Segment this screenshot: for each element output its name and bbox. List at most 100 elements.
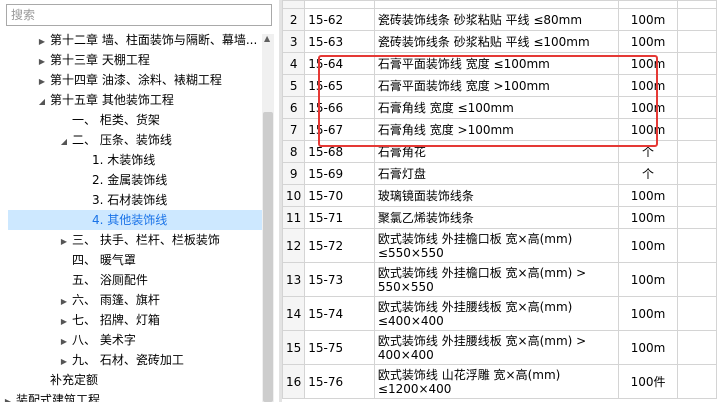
- table-row[interactable]: 5 15-65 石膏平面装饰线 宽度 >100mm 100m: [282, 74, 717, 97]
- tree-item[interactable]: 1. 木装饰线: [0, 150, 262, 170]
- quota-table: 2 15-62 瓷砖装饰线条 砂浆粘贴 平线 ≤80mm 100m 3 15-63 瓷砖装饰…: [282, 0, 717, 399]
- quota-code: 15-74: [304, 296, 375, 331]
- tree-item-label: 第十五章 其他装饰工程: [50, 93, 174, 107]
- row-number: 9: [282, 162, 306, 185]
- tree-item[interactable]: 一、 柜类、货架: [0, 110, 262, 130]
- extra-cell: [677, 74, 717, 97]
- quota-unit: 100m: [617, 330, 679, 365]
- scrollbar-thumb[interactable]: [263, 112, 273, 402]
- tree-item[interactable]: 补充定额: [0, 370, 262, 390]
- tree-item[interactable]: ▶ 八、 美术字: [0, 330, 262, 350]
- table-row[interactable]: 3 15-63 瓷砖装饰线条 砂浆粘贴 平线 ≤100mm 100m: [282, 30, 717, 53]
- row-number: 8: [282, 140, 306, 163]
- tree-item-label: 九、 石材、瓷砖加工: [72, 353, 184, 367]
- tree-item-label: 第十二章 墙、柱面装饰与隔断、幕墙...: [50, 33, 258, 47]
- tree-item[interactable]: ▶ 九、 石材、瓷砖加工: [0, 350, 262, 370]
- tree-item[interactable]: 2. 金属装饰线: [0, 170, 262, 190]
- tree-item[interactable]: ▶ 三、 扶手、栏杆、栏板装饰: [0, 230, 262, 250]
- quota-code: 15-68: [304, 140, 375, 163]
- extra-cell: [677, 184, 717, 207]
- table-row[interactable]: 8 15-68 石膏角花个: [282, 140, 717, 163]
- quota-name: 石膏角花: [373, 140, 619, 163]
- row-number: 5: [282, 74, 306, 97]
- extra-cell: [677, 364, 717, 399]
- extra-cell: [677, 228, 717, 263]
- tree-item[interactable]: 4. 其他装饰线: [8, 210, 262, 230]
- quota-unit: 100m: [617, 296, 679, 331]
- expand-arrow-icon[interactable]: ▶: [56, 332, 72, 352]
- row-number: 7: [282, 118, 306, 141]
- table-row[interactable]: 10 15-70 玻璃镜面装饰线条 100m: [282, 184, 717, 207]
- table-row[interactable]: 2 15-62 瓷砖装饰线条 砂浆粘贴 平线 ≤80mm 100m: [282, 8, 717, 31]
- tree-item[interactable]: 3. 石材装饰线: [0, 190, 262, 210]
- quota-unit: 100m: [617, 206, 679, 229]
- quota-name: 聚氯乙烯装饰线条: [373, 206, 619, 229]
- table-cell: [373, 0, 619, 9]
- tree-item[interactable]: ▶ 七、 招牌、灯箱: [0, 310, 262, 330]
- table-row[interactable]: 4 15-64 石膏平面装饰线 宽度 ≤100mm 100m: [282, 52, 717, 75]
- quota-unit: 100m: [617, 228, 679, 263]
- table-row[interactable]: 15 15-75 欧式装饰线 外挂腰线板 宽×高(mm) > 400×400 100m: [282, 330, 717, 365]
- quota-code: 15-67: [304, 118, 375, 141]
- tree-item-label: 第十四章 油漆、涂料、裱糊工程: [50, 73, 222, 87]
- table-row-partial: [282, 0, 717, 9]
- tree-item[interactable]: ▶ 装配式建筑工程: [0, 390, 262, 402]
- expand-arrow-icon[interactable]: ▶: [34, 32, 50, 52]
- quota-unit: 100m: [617, 184, 679, 207]
- quota-name: 欧式装饰线 外挂腰线板 宽×高(mm) > 400×400: [373, 330, 619, 365]
- extra-cell: [677, 206, 717, 229]
- table-row[interactable]: 11 15-71 聚氯乙烯装饰线条 100m: [282, 206, 717, 229]
- table-row[interactable]: 14 15-74 欧式装饰线 外挂腰线板 宽×高(mm) ≤400×400 100m: [282, 296, 717, 331]
- quota-name: 欧式装饰线 外挂腰线板 宽×高(mm) ≤400×400: [373, 296, 619, 331]
- table-row[interactable]: 16 15-76 欧式装饰线 山花浮雕 宽×高(mm) ≤1200×400 100件: [282, 364, 717, 399]
- quota-code: 15-63: [304, 30, 375, 53]
- expand-arrow-icon[interactable]: ▶: [56, 312, 72, 332]
- quota-unit: 100m: [617, 30, 679, 53]
- tree-item-label: 一、 柜类、货架: [72, 113, 160, 127]
- quota-name: 石膏角线 宽度 >100mm: [373, 118, 619, 141]
- tree-item[interactable]: 五、 浴厕配件: [0, 270, 262, 290]
- quota-code: 15-62: [304, 8, 375, 31]
- quota-code: 15-69: [304, 162, 375, 185]
- row-number: 14: [282, 296, 306, 331]
- expand-arrow-icon[interactable]: ▶: [0, 392, 16, 402]
- quota-name: 石膏角线 宽度 ≤100mm: [373, 96, 619, 119]
- tree-item[interactable]: ▶ 第十四章 油漆、涂料、裱糊工程: [0, 70, 262, 90]
- tree-item[interactable]: ◢ 二、 压条、装饰线: [0, 130, 262, 150]
- expand-arrow-icon[interactable]: ▶: [56, 232, 72, 252]
- scroll-up-icon[interactable]: ▲: [264, 34, 270, 43]
- table-row[interactable]: 7 15-67 石膏角线 宽度 >100mm 100m: [282, 118, 717, 141]
- extra-cell: [677, 296, 717, 331]
- table-row[interactable]: 13 15-73 欧式装饰线 外挂檐口板 宽×高(mm) > 550×550 100m: [282, 262, 717, 297]
- expand-arrow-icon[interactable]: ▶: [34, 72, 50, 92]
- tree-item[interactable]: 四、 暖气罩: [0, 250, 262, 270]
- collapse-arrow-icon[interactable]: ◢: [34, 92, 50, 112]
- quota-unit: 100m: [617, 262, 679, 297]
- quota-unit: 100m: [617, 52, 679, 75]
- expand-arrow-icon[interactable]: ▶: [56, 292, 72, 312]
- table-row[interactable]: 6 15-66 石膏角线 宽度 ≤100mm 100m: [282, 96, 717, 119]
- collapse-arrow-icon[interactable]: ◢: [56, 132, 72, 152]
- table-cell: [282, 0, 306, 9]
- row-number: 13: [282, 262, 306, 297]
- table-row[interactable]: 9 15-69 石膏灯盘个: [282, 162, 717, 185]
- tree-item[interactable]: ▶ 第十二章 墙、柱面装饰与隔断、幕墙...: [0, 30, 262, 50]
- expand-arrow-icon[interactable]: ▶: [56, 352, 72, 372]
- tree-item[interactable]: ▶ 第十三章 天棚工程: [0, 50, 262, 70]
- table-row[interactable]: 12 15-72 欧式装饰线 外挂檐口板 宽×高(mm) ≤550×550 100m: [282, 228, 717, 263]
- tree-item-label: 八、 美术字: [72, 333, 136, 347]
- extra-cell: [677, 140, 717, 163]
- left-scrollbar[interactable]: ▲: [262, 34, 274, 402]
- tree-item[interactable]: ▶ 六、 雨篷、旗杆: [0, 290, 262, 310]
- quota-name: 石膏平面装饰线 宽度 ≤100mm: [373, 52, 619, 75]
- tree-item-label: 七、 招牌、灯箱: [72, 313, 160, 327]
- tree-item[interactable]: ◢ 第十五章 其他装饰工程: [0, 90, 262, 110]
- quota-unit: 100m: [617, 8, 679, 31]
- extra-cell: [677, 262, 717, 297]
- tree-item-label: 二、 压条、装饰线: [72, 133, 172, 147]
- quota-name: 欧式装饰线 外挂檐口板 宽×高(mm) > 550×550: [373, 262, 619, 297]
- quota-unit: 100件: [617, 364, 679, 399]
- search-input[interactable]: [6, 4, 272, 26]
- quota-name: 玻璃镜面装饰线条: [373, 184, 619, 207]
- expand-arrow-icon[interactable]: ▶: [34, 52, 50, 72]
